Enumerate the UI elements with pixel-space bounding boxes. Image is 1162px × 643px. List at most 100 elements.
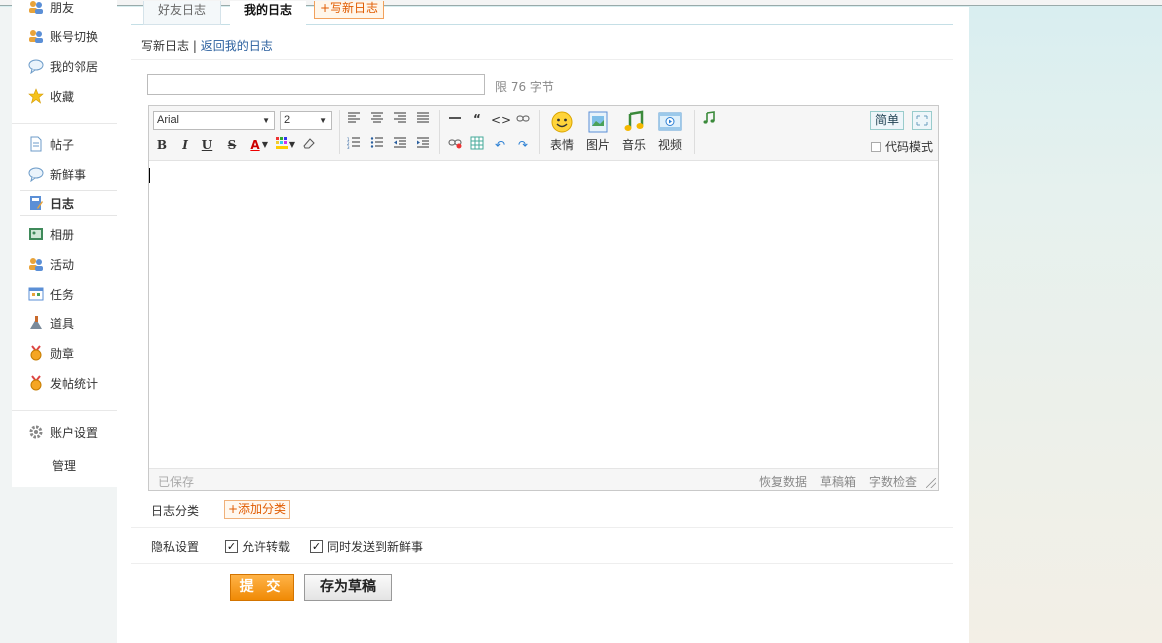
quote-icon[interactable]: “: [468, 110, 486, 128]
align-center-icon[interactable]: [368, 111, 386, 129]
video-label: 视频: [657, 138, 682, 152]
sidebar-item-favorites[interactable]: 收藏: [12, 83, 117, 109]
sidebar-item-events[interactable]: 活动: [12, 251, 117, 277]
sidebar-item-label: 任务: [50, 287, 75, 302]
bold-icon[interactable]: B: [153, 136, 171, 154]
gear-icon: [28, 424, 44, 440]
sidebar-item-label: 勋章: [50, 346, 75, 361]
checkbox-icon: [870, 141, 881, 152]
sidebar-item-label: 管理: [52, 458, 77, 473]
word-count-button[interactable]: 字数检查: [869, 473, 917, 490]
chat-bubble-icon: [28, 58, 44, 75]
music-note-icon[interactable]: [700, 111, 718, 129]
privacy-label: 隐私设置: [151, 540, 200, 554]
sidebar-item-account-switch[interactable]: 账号切换: [12, 23, 117, 49]
emoticon-button[interactable]: 表情: [546, 110, 578, 153]
ordered-list-icon[interactable]: 123: [345, 136, 363, 154]
medal-icon: [28, 345, 44, 361]
horizontal-rule-icon[interactable]: [446, 111, 464, 129]
tab-my-journal[interactable]: 我的日志: [230, 1, 307, 25]
editor-statusbar: 已保存 恢复数据 草稿箱 字数检查: [149, 468, 938, 490]
submit-button[interactable]: 提 交: [230, 574, 294, 601]
sidebar-item-album[interactable]: 相册: [12, 221, 117, 247]
fullscreen-icon[interactable]: [912, 111, 932, 130]
code-mode-label: 代码模式: [884, 140, 933, 154]
undo-icon[interactable]: ↶: [491, 136, 509, 154]
sidebar-item-label: 帖子: [50, 137, 75, 152]
back-to-my-journal-link[interactable]: 返回我的日志: [201, 39, 273, 53]
image-icon: [586, 110, 610, 134]
sidebar-item-posts[interactable]: 帖子: [12, 131, 117, 157]
restore-data-button[interactable]: 恢复数据: [759, 473, 807, 490]
eraser-icon[interactable]: [300, 136, 318, 154]
sidebar-item-label: 发帖统计: [50, 376, 99, 391]
chevron-down-icon[interactable]: ▼: [288, 136, 296, 154]
sidebar-item-label: 账号切换: [50, 29, 99, 44]
drafts-button[interactable]: 草稿箱: [820, 473, 856, 490]
friends-icon: [28, 0, 44, 15]
indent-icon[interactable]: [414, 136, 432, 154]
toolbar-divider: [339, 110, 340, 154]
align-left-icon[interactable]: [345, 111, 363, 129]
save-draft-button[interactable]: 存为草稿: [304, 574, 392, 601]
sidebar-item-neighbors[interactable]: 我的邻居: [12, 53, 117, 79]
underline-icon[interactable]: U: [198, 136, 216, 154]
checkmark-icon: ✓: [225, 540, 238, 553]
italic-icon[interactable]: I: [176, 136, 194, 154]
redo-icon[interactable]: ↷: [514, 136, 532, 154]
write-new-link: 写新日志: [141, 39, 190, 53]
sidebar-item-feed[interactable]: 新鲜事: [12, 161, 117, 187]
sidebar-item-items[interactable]: 道具: [12, 310, 117, 336]
chat-bubble-icon: [28, 166, 44, 183]
simple-mode-button[interactable]: 简单: [869, 111, 904, 130]
outdent-icon[interactable]: [391, 136, 409, 154]
image-button[interactable]: 图片: [582, 110, 614, 153]
sidebar-item-journal[interactable]: 日志: [20, 190, 117, 216]
unordered-list-icon[interactable]: [368, 136, 386, 154]
sidebar-item-label: 日志: [50, 196, 75, 211]
code-mode-checkbox[interactable]: 代码模式: [870, 138, 933, 155]
tab-friends-journal[interactable]: 好友日志: [143, 1, 222, 25]
add-category-button[interactable]: +添加分类: [224, 500, 291, 519]
tab-write-new[interactable]: +写新日志: [314, 1, 385, 19]
music-button[interactable]: 音乐: [618, 110, 650, 153]
link-icon[interactable]: [514, 111, 532, 129]
sidebar-item-label: 相册: [50, 227, 75, 242]
task-icon: [28, 286, 44, 302]
font-size-select[interactable]: 2 ▼: [280, 111, 332, 130]
align-justify-icon[interactable]: [414, 111, 432, 129]
saved-status: 已保存: [158, 475, 195, 489]
strikethrough-icon[interactable]: S: [223, 136, 241, 154]
sidebar-item-manage[interactable]: 管理: [12, 452, 117, 478]
resize-grip-icon[interactable]: [926, 478, 936, 488]
send-to-feed-checkbox[interactable]: ✓ 同时发送到新鲜事: [310, 538, 423, 555]
sidebar-item-account-settings[interactable]: 账户设置: [12, 419, 117, 445]
sidebar-item-friends[interactable]: 朋友: [12, 0, 117, 20]
unlink-icon[interactable]: [446, 136, 464, 154]
align-right-icon[interactable]: [391, 111, 409, 129]
sidebar-item-medals[interactable]: 勋章: [12, 340, 117, 366]
breadcrumb-divider: |: [192, 39, 197, 53]
sidebar-item-label: 活动: [50, 257, 75, 272]
tab-bar: 好友日志 我的日志 +写新日志: [131, 1, 953, 25]
video-button[interactable]: 视频: [654, 110, 686, 153]
allow-repost-label: 允许转载: [242, 540, 291, 554]
toolbar-divider: [539, 110, 540, 154]
sidebar-item-post-stats[interactable]: 发帖统计: [12, 370, 117, 396]
table-icon[interactable]: [468, 136, 486, 154]
title-input[interactable]: [147, 74, 485, 95]
allow-repost-checkbox[interactable]: ✓ 允许转载: [225, 538, 290, 555]
sidebar-item-tasks[interactable]: 任务: [12, 281, 117, 307]
music-label: 音乐: [621, 138, 646, 152]
code-icon[interactable]: <>: [491, 111, 511, 129]
video-icon: [658, 110, 682, 134]
chevron-down-icon: ▼: [262, 116, 270, 125]
font-family-select[interactable]: Arial ▼: [153, 111, 275, 130]
title-limit-text: 限 76 字节: [495, 80, 554, 94]
album-icon: [28, 226, 44, 242]
category-label: 日志分类: [151, 504, 200, 518]
rich-text-editor[interactable]: Arial ▼ 2 ▼ B I U S A ▼ ▼ 123 “ <> ↶ ↷ 表…: [148, 105, 939, 491]
emoticon-label: 表情: [549, 138, 574, 152]
chevron-down-icon[interactable]: ▼: [261, 136, 269, 154]
sidebar-item-label: 我的邻居: [50, 59, 99, 74]
